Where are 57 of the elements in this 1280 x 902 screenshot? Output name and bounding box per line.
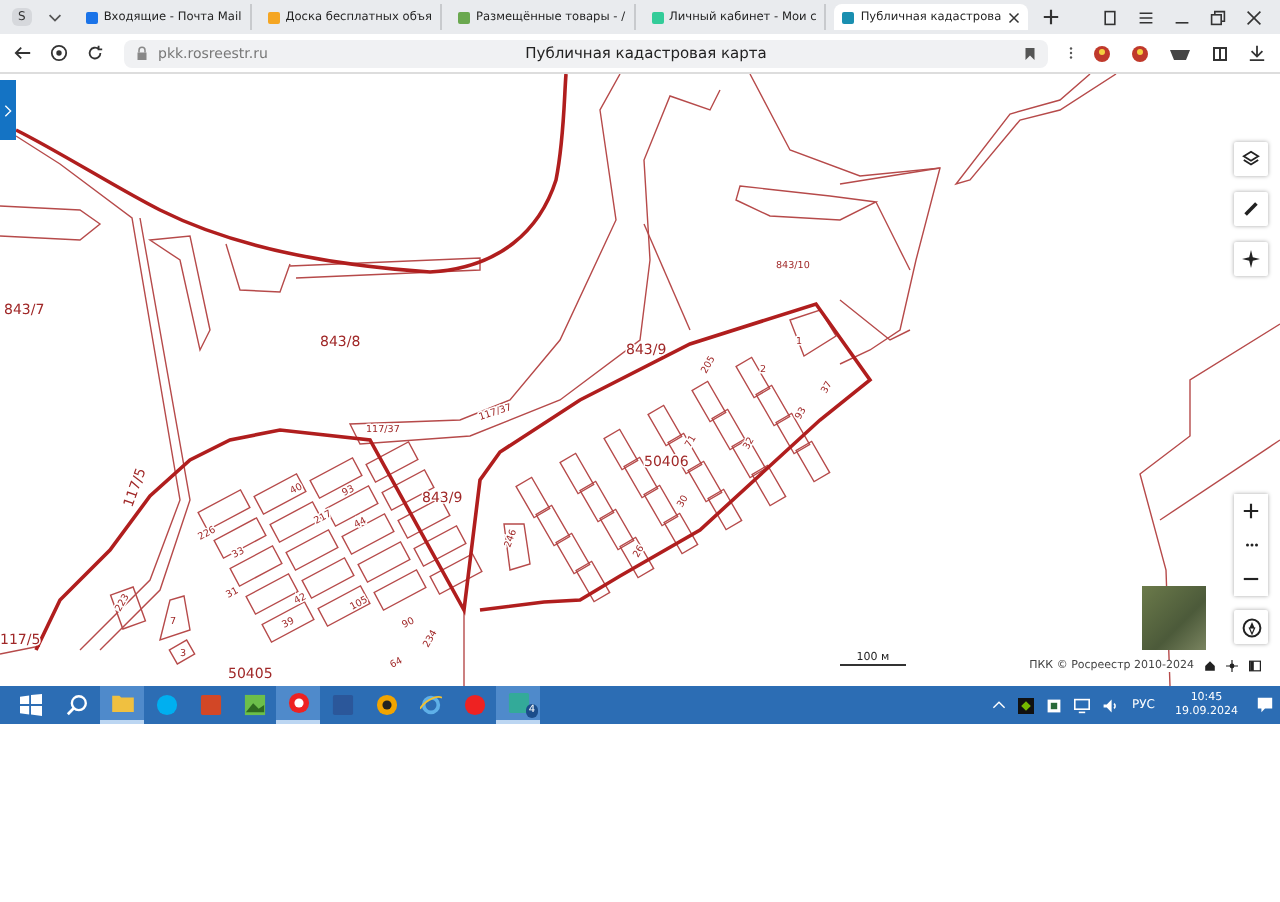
panel-toggle-button[interactable]	[0, 80, 16, 140]
tab-favicon-icon	[457, 11, 470, 23]
speaker-icon[interactable]	[1102, 697, 1119, 713]
panel-icon[interactable]	[1248, 660, 1262, 672]
download-icon[interactable]	[1248, 44, 1266, 62]
chevron-right-icon	[4, 103, 12, 117]
crosshair-icon[interactable]	[1226, 660, 1238, 672]
app-logo-icon	[463, 694, 485, 716]
tab-favicon-icon	[85, 11, 98, 23]
menu-icon[interactable]	[1138, 9, 1154, 25]
dots-icon	[1243, 542, 1259, 548]
extension-icon[interactable]	[1168, 45, 1192, 61]
new-tab-icon[interactable]	[1041, 8, 1060, 26]
chevron-up-icon[interactable]	[992, 698, 1007, 712]
plus-icon	[1242, 502, 1260, 520]
tab-favicon-icon	[651, 11, 664, 23]
restore-icon[interactable]	[1210, 9, 1226, 25]
ruler-button[interactable]	[1234, 192, 1268, 226]
back-arrow-icon[interactable]	[14, 44, 32, 62]
folder-icon	[111, 694, 133, 712]
sparkle-icon	[1242, 250, 1260, 268]
app-logo-icon	[331, 694, 353, 716]
home-icon[interactable]	[1204, 660, 1216, 672]
app-logo-icon	[287, 692, 309, 714]
search-icon[interactable]	[66, 694, 88, 716]
reload-icon[interactable]	[86, 44, 104, 62]
extension-icon[interactable]	[1210, 43, 1230, 63]
picture-icon	[243, 694, 265, 716]
app-icon	[507, 692, 529, 714]
close-icon[interactable]	[1246, 9, 1262, 25]
app-logo-icon	[155, 694, 177, 716]
compass-button[interactable]	[1234, 610, 1268, 644]
tab-favicon-icon	[842, 11, 855, 23]
globe-icon	[419, 694, 441, 716]
layers-icon	[1242, 150, 1260, 168]
layers-button[interactable]	[1234, 142, 1268, 176]
extension-icon[interactable]	[1092, 43, 1112, 63]
graphics-card-icon[interactable]	[1018, 697, 1035, 713]
app-logo-icon	[199, 694, 221, 716]
lock-icon	[136, 45, 148, 61]
tray-app-icon[interactable]	[1046, 697, 1063, 713]
close-icon[interactable]	[1007, 11, 1020, 23]
windows-start-icon[interactable]	[20, 694, 42, 716]
compass-icon	[1241, 617, 1261, 637]
zoom-out-button[interactable]	[1234, 562, 1268, 596]
satellite-thumbnail[interactable]	[1142, 586, 1206, 650]
zoom-in-button[interactable]	[1234, 494, 1268, 528]
extension-icon[interactable]	[1130, 43, 1150, 63]
more-icon[interactable]	[1068, 44, 1074, 62]
app-logo-icon	[375, 694, 397, 716]
bookmarks-icon[interactable]	[1102, 9, 1118, 25]
network-icon[interactable]	[1074, 697, 1091, 713]
notifications-icon[interactable]	[1256, 696, 1274, 714]
bookmark-icon[interactable]	[1024, 45, 1036, 61]
taskbar-app-button[interactable]	[276, 686, 320, 724]
tab-favicon-icon	[267, 11, 280, 23]
locate-button[interactable]	[1234, 242, 1268, 276]
